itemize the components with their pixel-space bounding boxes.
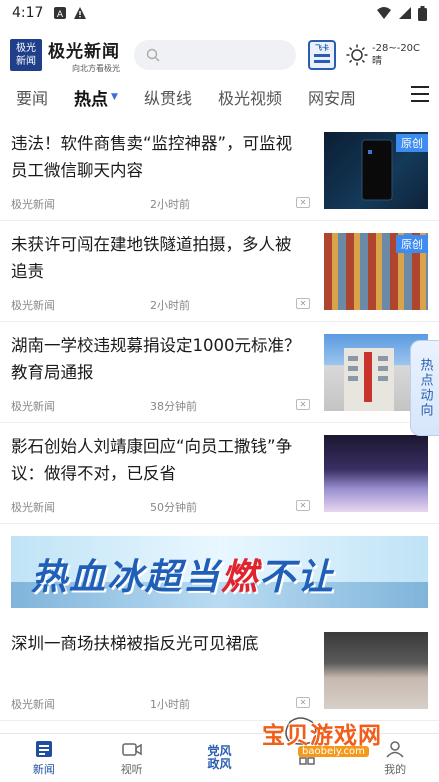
news-title: 影石创始人刘靖康回应“向员工撒钱”争议：做得不对，已反省 <box>11 437 293 483</box>
banner-text: 热血冰超当燃不让 <box>31 557 336 598</box>
news-title: 违法！软件商售卖“监控神器”，可监视员工微信聊天内容 <box>11 134 293 180</box>
news-item[interactable]: 未获许可闯在建地铁隧道拍摄，多人被追责 极光新闻 2小时前 ✕ 原创 <box>0 221 439 322</box>
nav-party-style[interactable]: 党风 政风 <box>176 734 264 782</box>
watermark-url: baobeiy.com <box>298 746 369 757</box>
promo-banner[interactable]: 热血冰超当燃不让 <box>11 536 428 608</box>
news-item[interactable]: 湖南一学校违规募捐设定1000元标准？教育局通报 极光新闻 38分钟前 ✕ <box>0 322 439 423</box>
weather-widget[interactable]: -28~-20C 晴 <box>346 42 420 68</box>
newspaper-icon <box>35 740 52 757</box>
dismiss-icon[interactable]: ✕ <box>296 697 310 708</box>
news-time: 2小时前 <box>150 299 190 312</box>
news-time: 1小时前 <box>150 698 190 711</box>
news-feed: 违法！软件商售卖“监控神器”，可监视员工微信聊天内容 极光新闻 2小时前 ✕ 原… <box>0 120 439 721</box>
dismiss-icon[interactable]: ✕ <box>296 399 310 410</box>
channel-tabs: 要闻 热点 ▼ 纵贯线 极光视频 网安周 <box>0 82 439 112</box>
original-badge: 原创 <box>396 235 428 253</box>
video-camera-icon <box>121 742 142 756</box>
logo-slogan: 向北方看极光 <box>72 63 120 73</box>
dismiss-icon[interactable]: ✕ <box>296 298 310 309</box>
news-item[interactable]: 违法！软件商售卖“监控神器”，可监视员工微信聊天内容 极光新闻 2小时前 ✕ 原… <box>0 120 439 221</box>
news-title: 未获许可闯在建地铁隧道拍摄，多人被追责 <box>11 235 292 281</box>
svg-text:A: A <box>57 10 64 20</box>
news-source: 极光新闻 <box>11 698 55 711</box>
news-source: 极光新闻 <box>11 299 55 312</box>
logo-text: 极光新闻 向北方看极光 <box>48 37 120 74</box>
top-header: 极光 新闻 极光新闻 向北方看极光 飞卡 -28~-20C 晴 <box>0 28 439 82</box>
news-thumbnail: 原创 <box>324 132 428 209</box>
news-time: 2小时前 <box>150 198 190 211</box>
dismiss-icon[interactable]: ✕ <box>296 197 310 208</box>
tab-jiguang-video[interactable]: 极光视频 <box>218 85 282 109</box>
sun-icon <box>346 44 368 66</box>
nav-news[interactable]: 新闻 <box>0 734 88 782</box>
app-a-icon: A <box>54 7 67 20</box>
signal-icon <box>399 7 411 19</box>
status-bar: 4:17 A <box>0 0 439 26</box>
dismiss-icon[interactable]: ✕ <box>296 500 310 511</box>
caret-down-icon: ▼ <box>111 92 118 102</box>
battery-icon <box>418 5 427 21</box>
news-thumbnail: 原创 <box>324 233 428 310</box>
logo-title: 极光新闻 <box>48 41 120 62</box>
news-title: 湖南一学校违规募捐设定1000元标准？教育局通报 <box>11 336 301 382</box>
app-logo: 极光 新闻 <box>10 39 42 71</box>
wifi-icon <box>377 7 391 19</box>
tab-redian[interactable]: 热点 ▼ <box>74 85 118 110</box>
news-title: 深圳一商场扶梯被指反光可见裙底 <box>11 634 259 653</box>
tab-zongguanxian[interactable]: 纵贯线 <box>144 85 192 109</box>
news-source: 极光新闻 <box>11 501 55 514</box>
news-item[interactable]: 深圳一商场扶梯被指反光可见裙底 极光新闻 1小时前 ✕ <box>0 620 439 721</box>
status-time: 4:17 <box>12 5 44 21</box>
search-bar[interactable] <box>134 40 296 70</box>
tab-wanganzhou[interactable]: 网安周 <box>308 85 356 109</box>
news-thumbnail <box>324 435 428 512</box>
weather-temp: -28~-20C <box>372 43 421 54</box>
hot-trends-side-tab[interactable]: 热点动向 <box>410 340 439 436</box>
news-source: 极光新闻 <box>11 198 55 211</box>
nav-video[interactable]: 视听 <box>88 734 176 782</box>
news-item[interactable]: 影石创始人刘靖康回应“向员工撒钱”争议：做得不对，已反省 极光新闻 50分钟前 … <box>0 423 439 524</box>
warning-icon <box>74 7 87 19</box>
original-badge: 原创 <box>396 134 428 152</box>
watermark-text: 宝贝游戏网 <box>262 723 382 749</box>
flight-card-button[interactable]: 飞卡 <box>308 40 336 70</box>
search-icon <box>146 48 160 62</box>
menu-icon[interactable] <box>411 86 429 102</box>
tab-yaowen[interactable]: 要闻 <box>16 85 48 109</box>
news-time: 38分钟前 <box>150 400 197 413</box>
news-time: 50分钟前 <box>150 501 197 514</box>
news-source: 极光新闻 <box>11 400 55 413</box>
news-thumbnail <box>324 632 428 709</box>
weather-desc: 晴 <box>372 56 382 67</box>
